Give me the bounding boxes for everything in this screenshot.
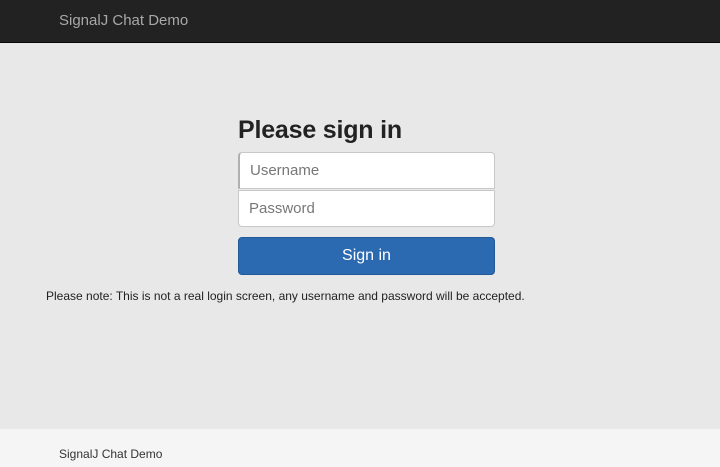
navbar-brand-link[interactable]: SignalJ Chat Demo: [59, 12, 188, 30]
username-input[interactable]: [238, 152, 495, 189]
signin-form: Please sign in Sign in: [238, 113, 495, 275]
signin-button[interactable]: Sign in: [238, 237, 495, 275]
login-note: Please note: This is not a real login sc…: [46, 289, 525, 303]
signin-heading: Please sign in: [238, 116, 402, 144]
password-input[interactable]: [238, 190, 495, 227]
top-navbar: SignalJ Chat Demo: [0, 0, 720, 43]
page-footer: SignalJ Chat Demo: [0, 429, 720, 467]
footer-text: SignalJ Chat Demo: [59, 447, 163, 461]
